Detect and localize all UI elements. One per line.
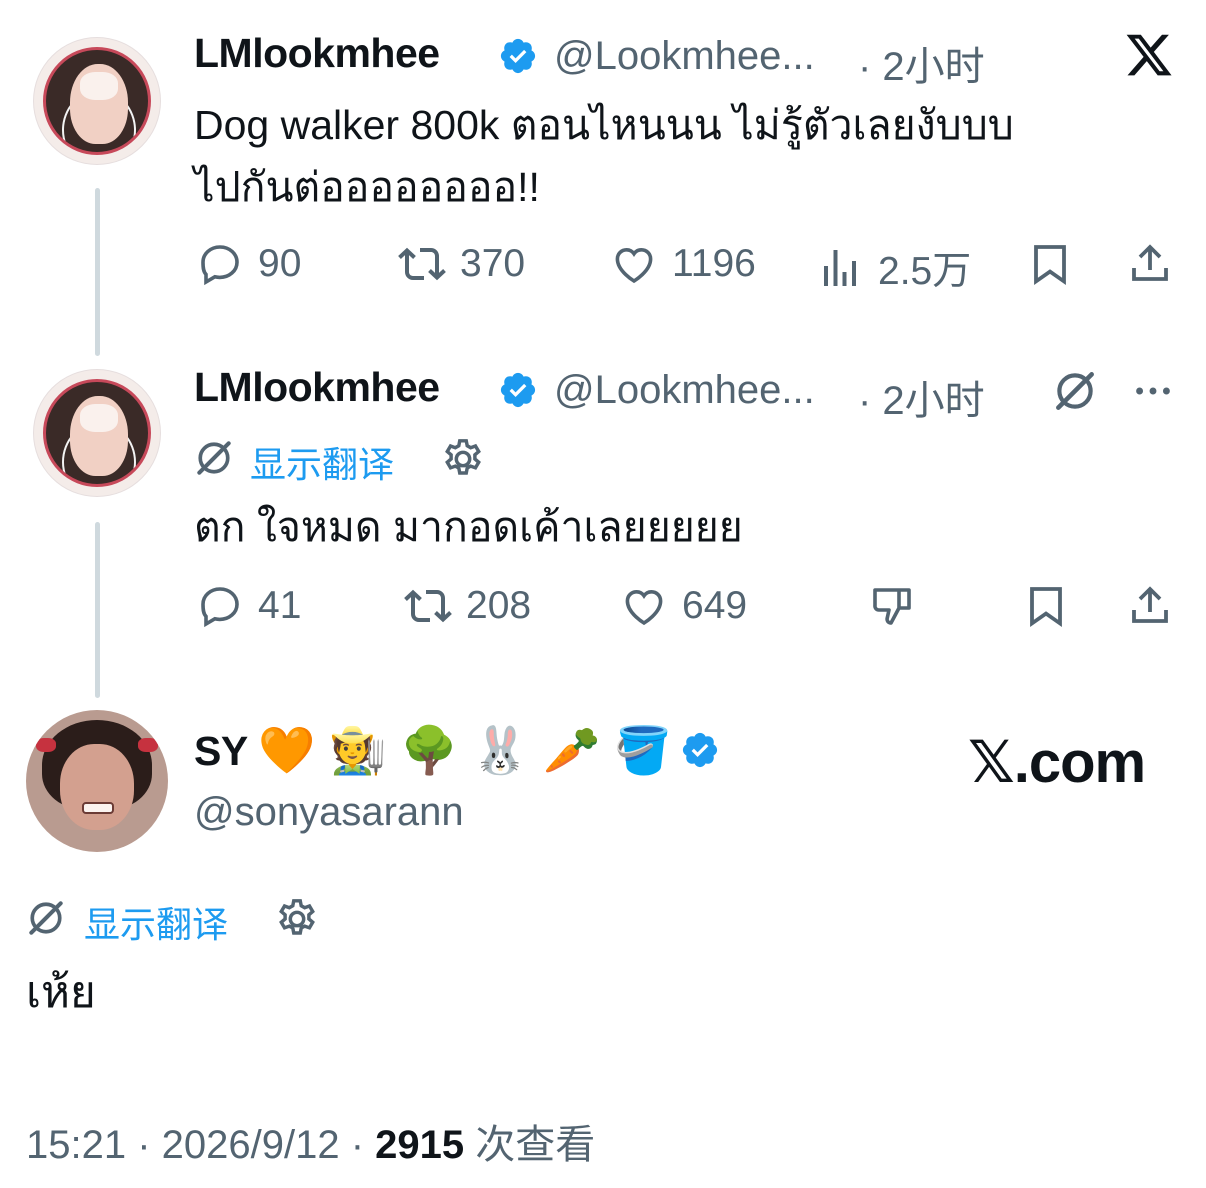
reply-icon	[201, 245, 239, 286]
show-translation-link[interactable]: 显示翻译	[84, 896, 228, 948]
like-count: 649	[682, 584, 748, 627]
tree-emoji: 🌳	[400, 723, 458, 777]
like-button[interactable]: 1196	[610, 240, 756, 288]
heart-icon	[625, 589, 663, 626]
avatar[interactable]	[34, 370, 160, 496]
reply-icon	[201, 587, 239, 628]
reply-count: 41	[258, 584, 302, 627]
avatar-photo	[43, 379, 151, 487]
author-name[interactable]: SY	[194, 728, 248, 775]
reply-button[interactable]: 41	[196, 582, 301, 630]
reply-button[interactable]: 90	[196, 240, 301, 288]
x-com-logo: 𝕏.com	[968, 730, 1146, 795]
more-icon[interactable]	[1130, 368, 1176, 414]
heart-icon	[615, 247, 653, 284]
author-handle[interactable]: @sonyasarann	[194, 790, 464, 835]
avatar-photo	[43, 47, 151, 155]
retweet-count: 208	[466, 584, 532, 627]
dislike-icon[interactable]	[868, 582, 916, 630]
views-label: 次查看	[464, 1123, 596, 1167]
tweet-text-line: ไปกันต่ออออออออ!!	[194, 164, 540, 210]
views-button[interactable]: 2.5万	[816, 240, 971, 296]
retweet-count: 370	[460, 242, 526, 285]
retweet-button[interactable]: 370	[398, 240, 525, 288]
post-time[interactable]: · 2小时	[858, 368, 985, 426]
like-count: 1196	[672, 242, 756, 285]
avatar[interactable]	[34, 38, 160, 164]
share-icon[interactable]	[1126, 582, 1174, 630]
share-icon[interactable]	[1126, 240, 1174, 288]
orange-heart-emoji: 🧡	[258, 723, 316, 777]
show-translation-link[interactable]: 显示翻译	[250, 436, 394, 488]
views-count: 2915	[375, 1123, 465, 1167]
grok-icon	[29, 901, 63, 935]
farmer-emoji: 🧑‍🌾	[329, 723, 387, 777]
retweet-icon	[398, 247, 446, 281]
carrot-emoji: 🥕	[543, 723, 601, 777]
like-button[interactable]: 649	[620, 582, 747, 630]
thread-connector	[95, 188, 100, 356]
thread-connector	[95, 522, 100, 698]
post-timestamp[interactable]: 15:21 · 2026/9/12 ·	[26, 1123, 375, 1167]
x-logo-icon[interactable]	[1124, 30, 1174, 80]
post-meta: 15:21 · 2026/9/12 · 2915 次查看	[26, 1112, 595, 1170]
gear-icon[interactable]	[440, 436, 486, 482]
bar-chart-icon	[824, 250, 856, 286]
retweet-icon	[404, 589, 452, 623]
tweet-text-line: Dog walker 800k ตอนไหนนน ไม่รู้ตัวเลยงับ…	[194, 102, 1014, 148]
verified-badge-icon	[500, 38, 536, 74]
bookmark-icon[interactable]	[1022, 582, 1070, 630]
verified-badge-icon	[500, 372, 536, 408]
author-name[interactable]: LMlookmhee	[194, 30, 440, 77]
post-time[interactable]: · 2小时	[858, 34, 985, 92]
gear-icon[interactable]	[274, 896, 320, 942]
author-handle[interactable]: @Lookmhee...	[554, 34, 815, 79]
rabbit-emoji: 🐰	[471, 723, 530, 777]
bucket-emoji: 🪣	[614, 723, 672, 777]
grok-icon	[197, 441, 231, 475]
verified-badge-icon	[682, 732, 718, 768]
avatar[interactable]	[26, 710, 168, 852]
bookmark-icon[interactable]	[1026, 240, 1074, 288]
author-name[interactable]: LMlookmhee	[194, 364, 440, 411]
author-handle[interactable]: @Lookmhee...	[554, 368, 815, 413]
retweet-button[interactable]: 208	[404, 582, 531, 630]
views-count: 2.5万	[878, 250, 972, 293]
grok-icon[interactable]	[1050, 366, 1100, 416]
name-emojis: 🧡 🧑‍🌾 🌳 🐰 🥕 🪣	[258, 720, 672, 780]
tweet-text: เห้ย	[26, 968, 96, 1017]
reply-count: 90	[258, 242, 302, 285]
tweet-text: ตก ใจหมด มากอดเค้าเลยยยยย	[194, 504, 743, 550]
